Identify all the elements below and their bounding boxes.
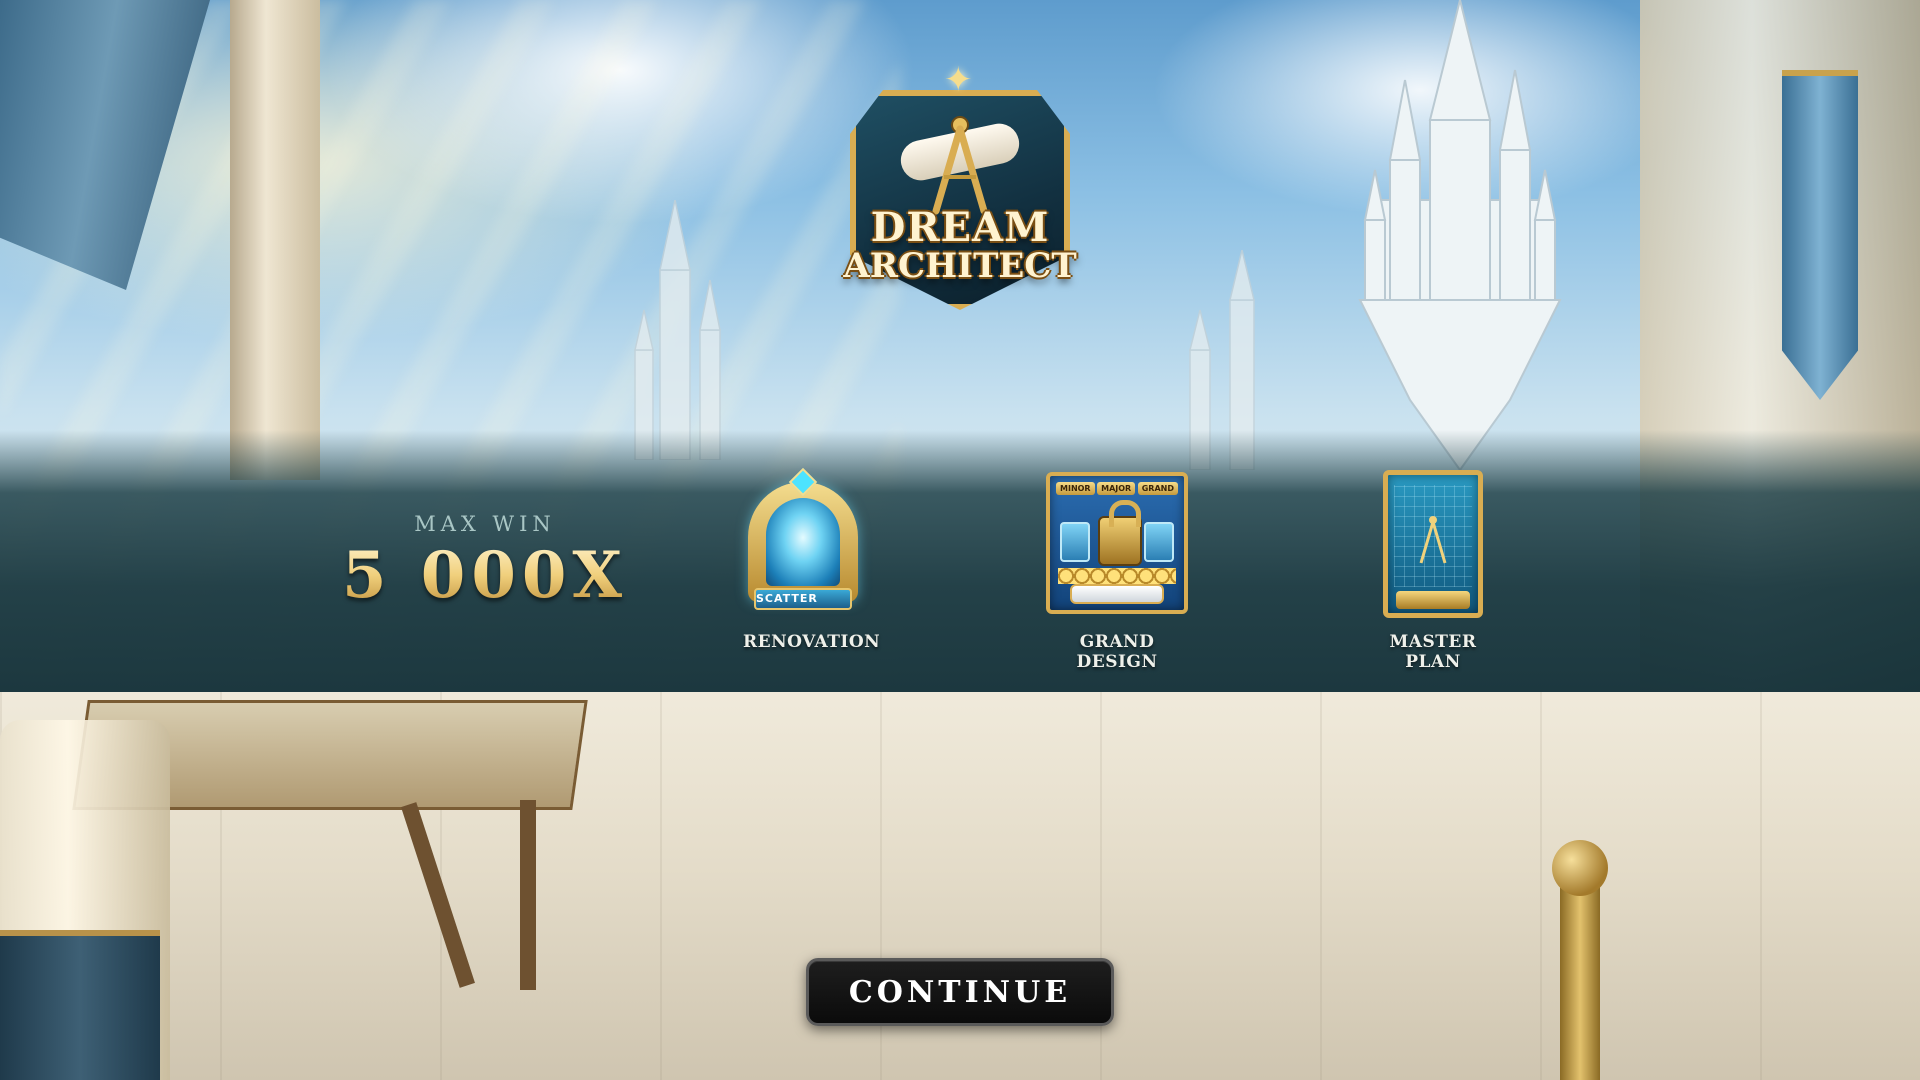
logo-title-line1: DREAM bbox=[870, 204, 1050, 251]
feature-label: RENOVATION bbox=[743, 632, 881, 652]
scroll-bucket bbox=[0, 930, 160, 1080]
gold-coins bbox=[1058, 568, 1176, 584]
jackpot-tag-major: MAJOR bbox=[1097, 482, 1136, 495]
compass-icon bbox=[932, 116, 988, 215]
logo-title: DREAM ARCHITECT bbox=[840, 204, 1080, 286]
game-logo: ✦ DREAM ARCHITECT bbox=[840, 60, 1080, 320]
blueprint-card-icon bbox=[1383, 470, 1483, 618]
portal-glow bbox=[766, 498, 840, 586]
compass-icon bbox=[1419, 516, 1447, 564]
table-leg bbox=[520, 800, 536, 990]
side-panel bbox=[1144, 522, 1174, 562]
feature-label: GRAND DESIGN bbox=[1076, 632, 1158, 672]
logo-title-line2: ARCHITECT bbox=[843, 245, 1077, 286]
jackpot-tags: MINOR MAJOR GRAND bbox=[1056, 482, 1178, 495]
padlock-icon bbox=[1098, 500, 1142, 566]
star-icon: ✦ bbox=[944, 60, 973, 100]
left-pillar bbox=[230, 0, 320, 480]
scatter-badge: SCATTER bbox=[754, 588, 852, 610]
jackpot-tag-grand: GRAND bbox=[1137, 482, 1178, 495]
card-base bbox=[1396, 591, 1470, 609]
portal-scatter-icon: SCATTER bbox=[738, 467, 868, 614]
value-plate bbox=[1070, 584, 1164, 604]
floating-castle-illustration bbox=[1358, 0, 1562, 472]
distant-spires-illustration bbox=[634, 200, 721, 460]
max-win-panel: MAX WIN 5 000X bbox=[340, 512, 630, 613]
locked-chest-jackpot-icon: MINOR MAJOR GRAND bbox=[1046, 472, 1188, 614]
brass-post bbox=[1552, 840, 1608, 1080]
feature-info-band bbox=[0, 430, 1920, 692]
max-win-label: MAX WIN bbox=[414, 512, 556, 536]
max-win-value: 5 000X bbox=[341, 538, 629, 613]
feature-label: MASTER PLAN bbox=[1389, 632, 1477, 672]
continue-button[interactable]: CONTINUE bbox=[806, 958, 1114, 1026]
hanging-banner bbox=[1782, 70, 1858, 400]
side-panel bbox=[1060, 522, 1090, 562]
continue-button-label: CONTINUE bbox=[848, 974, 1072, 1010]
jackpot-tag-minor: MINOR bbox=[1056, 482, 1095, 495]
